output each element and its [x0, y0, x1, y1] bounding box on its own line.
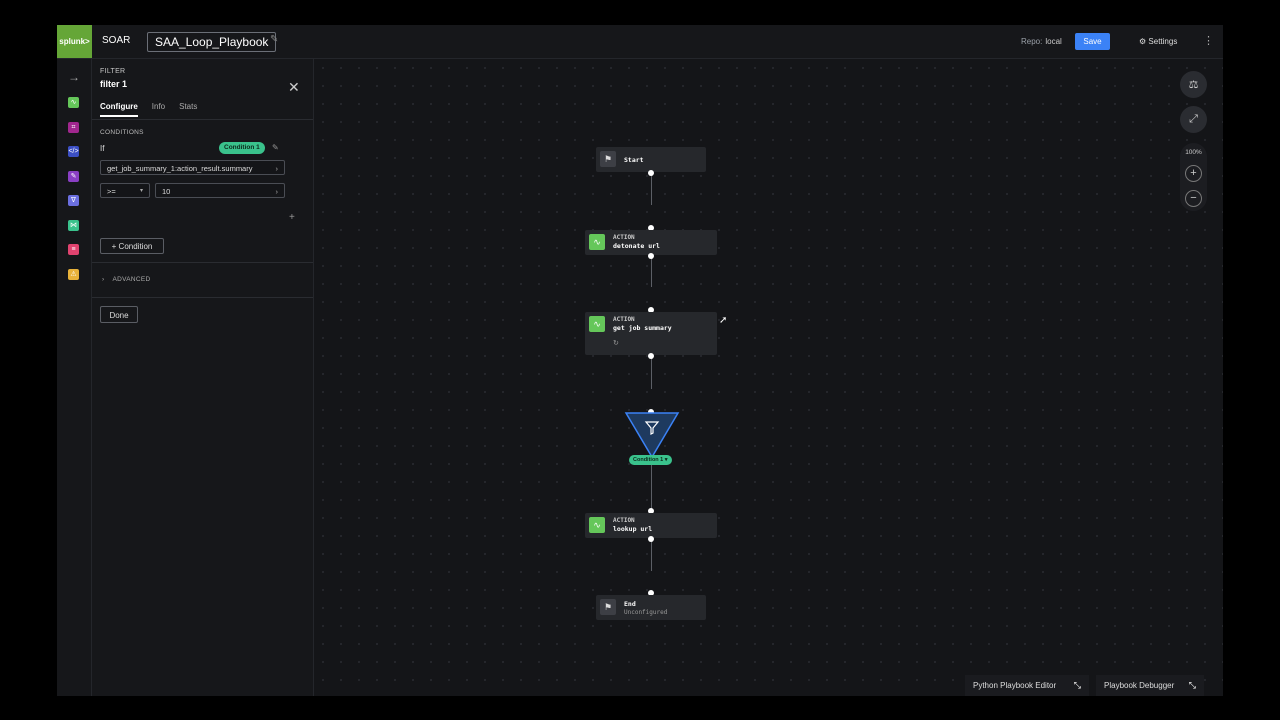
value-field[interactable]: 10 ›: [155, 183, 285, 198]
splunk-logo[interactable]: splunk>: [57, 25, 92, 58]
edit-name-icon[interactable]: ✎: [270, 34, 278, 45]
node-eyebrow: ACTION: [613, 234, 635, 241]
repo-info: Repo: local: [1021, 37, 1062, 46]
expand-icon: ⤡: [1188, 680, 1196, 690]
end-sub: Unconfigured: [624, 609, 668, 616]
node-eyebrow: ACTION: [613, 316, 635, 323]
playbook-name-field[interactable]: SAA_Loop_Playbook: [147, 32, 277, 52]
action-icon: ∿: [589, 316, 605, 332]
expand-icon: ⤡: [1073, 680, 1081, 690]
settings-label: Settings: [1148, 37, 1178, 46]
add-clause-icon[interactable]: +: [289, 212, 295, 223]
chevron-right-icon: ›: [275, 187, 279, 196]
decision-icon[interactable]: ⋈: [68, 219, 79, 231]
zoom-out-button[interactable]: −: [1185, 190, 1202, 207]
datapath-value: get_job_summary_1:action_result.summary: [107, 164, 253, 173]
operator-value: >=: [107, 187, 116, 196]
python-editor-tab[interactable]: Python Playbook Editor ⤡: [965, 675, 1089, 696]
flag-icon: ⚑: [600, 599, 616, 615]
more-menu-icon[interactable]: ⋮: [1203, 34, 1214, 47]
repo-label: Repo:: [1021, 37, 1043, 46]
action-node-detonate-url[interactable]: ∿ ACTION detonate url: [585, 230, 717, 255]
tabs-divider: [92, 119, 313, 120]
utility-icon[interactable]: ⌗: [68, 121, 79, 133]
condition-badge[interactable]: Condition 1: [219, 142, 265, 154]
divider: [92, 297, 313, 298]
filter-icon[interactable]: ∇: [68, 195, 79, 206]
gear-icon: ⚙: [1139, 37, 1147, 46]
add-condition-label: Condition: [118, 242, 153, 251]
fit-view-icon[interactable]: ⤢: [1180, 106, 1207, 133]
format-icon[interactable]: ≡: [68, 244, 79, 255]
action-node-lookup-url[interactable]: ∿ ACTION lookup url: [585, 513, 717, 538]
action-icon[interactable]: ∿: [68, 97, 79, 108]
condition-chip[interactable]: Condition 1 ▾: [629, 455, 672, 465]
end-node[interactable]: ⚑ End Unconfigured: [596, 595, 706, 620]
start-node[interactable]: ⚑ Start: [596, 147, 706, 172]
chevron-right-icon: ›: [275, 164, 279, 173]
auto-layout-icon[interactable]: ⚖: [1180, 71, 1207, 98]
save-button[interactable]: Save: [1075, 33, 1110, 50]
loop-icon: ↻: [613, 340, 619, 347]
node-eyebrow: ACTION: [613, 517, 635, 524]
python-editor-label: Python Playbook Editor: [973, 681, 1057, 690]
mouse-cursor-icon: ➚: [719, 315, 728, 326]
panel-eyebrow: FILTER: [100, 68, 126, 75]
if-label: If: [100, 144, 105, 153]
port-out[interactable]: [648, 253, 654, 259]
node-label: detonate url: [613, 242, 660, 250]
flag-icon: ⚑: [600, 151, 616, 167]
advanced-label: ADVANCED: [112, 276, 151, 283]
condition-chip-label: Condition 1: [633, 457, 664, 463]
edit-condition-icon[interactable]: ✎: [272, 143, 279, 152]
node-label: lookup url: [613, 525, 653, 533]
expand-arrow-icon[interactable]: →: [68, 70, 80, 84]
zoom-in-button[interactable]: +: [1185, 165, 1202, 182]
port-out[interactable]: [648, 536, 654, 542]
filter-config-panel: FILTER filter 1 ✕ Configure Info Stats C…: [92, 59, 314, 696]
port-out[interactable]: [648, 170, 654, 176]
end-label: End: [624, 600, 636, 608]
prompt-icon[interactable]: ✎: [68, 170, 79, 182]
tab-info[interactable]: Info: [152, 102, 165, 117]
node-label: get job summary: [613, 324, 672, 332]
tab-stats[interactable]: Stats: [179, 102, 197, 117]
playbook-canvas[interactable]: ⚑ Start ∿ ACTION detonate url ∿ ACTION g…: [314, 59, 1223, 696]
close-icon[interactable]: ✕: [288, 79, 300, 96]
advanced-toggle[interactable]: › ADVANCED: [102, 276, 159, 283]
start-label: Start: [624, 156, 644, 164]
repo-value[interactable]: local: [1045, 37, 1061, 46]
divider: [92, 262, 313, 263]
chevron-down-icon: ▾: [139, 188, 143, 194]
plus-icon: +: [111, 242, 117, 251]
panel-title[interactable]: filter 1: [100, 79, 127, 89]
debugger-label: Playbook Debugger: [1104, 681, 1175, 690]
datapath-field[interactable]: get_job_summary_1:action_result.summary …: [100, 160, 285, 175]
operator-select[interactable]: >= ▾: [100, 183, 150, 198]
soar-app: splunk> SOAR SAA_Loop_Playbook ✎ Repo: lo…: [57, 25, 1223, 696]
code-icon[interactable]: </>: [68, 146, 79, 157]
filter-node[interactable]: [624, 411, 680, 461]
chevron-right-icon: ›: [102, 276, 105, 283]
debugger-tab[interactable]: Playbook Debugger ⤡: [1096, 675, 1204, 696]
playbook-icon[interactable]: ⚠: [68, 268, 79, 280]
action-icon: ∿: [589, 517, 605, 533]
add-condition-button[interactable]: + Condition: [100, 238, 164, 254]
action-node-get-job-summary[interactable]: ∿ ACTION get job summary ↻: [585, 312, 717, 355]
value-text: 10: [162, 187, 171, 196]
port-out[interactable]: [648, 353, 654, 359]
app-name: SOAR: [102, 35, 131, 46]
action-icon: ∿: [589, 234, 605, 250]
block-palette: → ∿ ⌗ </> ✎ ∇ ⋈ ≡ ⚠: [57, 59, 92, 696]
tab-configure[interactable]: Configure: [100, 102, 138, 117]
top-bar: splunk> SOAR SAA_Loop_Playbook ✎ Repo: lo…: [57, 25, 1223, 59]
settings-button[interactable]: ⚙ Settings: [1139, 37, 1177, 46]
panel-tabs: Configure Info Stats: [100, 102, 197, 117]
done-button[interactable]: Done: [100, 306, 138, 323]
zoom-level: 100%: [1185, 149, 1202, 156]
conditions-header: CONDITIONS: [100, 129, 144, 136]
